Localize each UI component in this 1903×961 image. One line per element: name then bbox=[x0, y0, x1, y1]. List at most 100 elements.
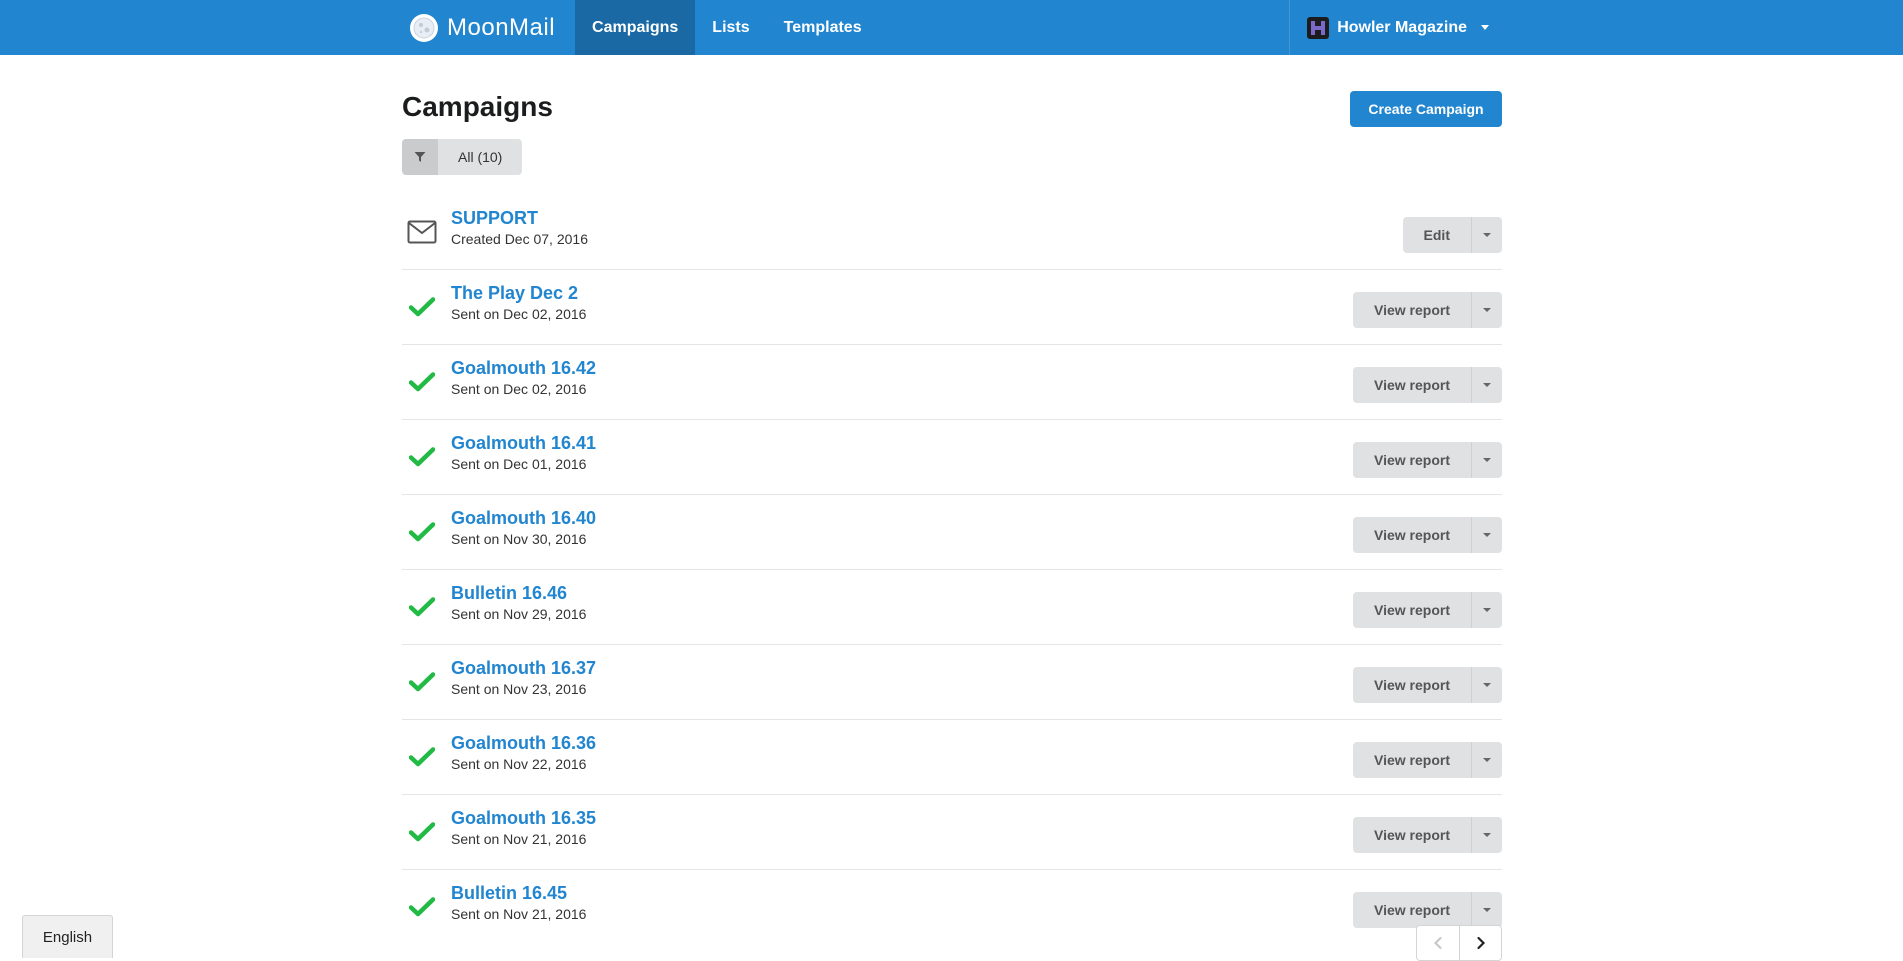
view-report-button[interactable]: View report bbox=[1353, 892, 1471, 928]
action-dropdown-button[interactable] bbox=[1471, 292, 1502, 328]
filter-all-button[interactable]: All (10) bbox=[438, 139, 523, 175]
campaign-action-group: View report bbox=[1353, 742, 1502, 778]
create-campaign-button[interactable]: Create Campaign bbox=[1350, 91, 1502, 127]
nav-item-label: Templates bbox=[783, 18, 862, 36]
checkmark-icon bbox=[406, 817, 438, 847]
nav-item-label: Campaigns bbox=[592, 18, 679, 36]
language-selector[interactable]: English bbox=[22, 915, 113, 958]
campaign-title-link[interactable]: Bulletin 16.46 bbox=[451, 582, 586, 604]
campaign-date: Sent on Nov 23, 2016 bbox=[451, 681, 587, 697]
campaign-action-group: View report bbox=[1353, 592, 1502, 628]
campaign-action-group: View report bbox=[1353, 892, 1502, 928]
view-report-button[interactable]: View report bbox=[1353, 367, 1471, 403]
campaign-info: The Play Dec 2 Sent on Dec 02, 2016 bbox=[451, 282, 586, 324]
campaign-info: Goalmouth 16.40 Sent on Nov 30, 2016 bbox=[451, 507, 596, 549]
action-dropdown-button[interactable] bbox=[1471, 817, 1502, 853]
campaign-info: Bulletin 16.46 Sent on Nov 29, 2016 bbox=[451, 582, 586, 624]
brand[interactable]: MoonMail bbox=[402, 0, 575, 55]
campaign-date: Sent on Nov 21, 2016 bbox=[451, 831, 587, 847]
pagination bbox=[1416, 925, 1502, 961]
chevron-down-icon bbox=[1483, 683, 1491, 687]
checkmark-icon bbox=[406, 442, 438, 472]
action-dropdown-button[interactable] bbox=[1471, 892, 1502, 928]
view-report-button[interactable]: View report bbox=[1353, 442, 1471, 478]
brand-name: MoonMail bbox=[447, 13, 556, 41]
campaign-title-link[interactable]: Goalmouth 16.41 bbox=[451, 432, 596, 454]
action-dropdown-button[interactable] bbox=[1471, 367, 1502, 403]
account-menu[interactable]: Howler Magazine bbox=[1289, 0, 1502, 55]
campaign-action-group: Edit bbox=[1402, 217, 1502, 253]
chevron-down-icon bbox=[1483, 383, 1491, 387]
list-item: Goalmouth 16.35 Sent on Nov 21, 2016 Vie… bbox=[402, 795, 1502, 870]
checkmark-icon bbox=[406, 742, 438, 772]
list-item: Goalmouth 16.42 Sent on Dec 02, 2016 Vie… bbox=[402, 345, 1502, 420]
list-item: Bulletin 16.46 Sent on Nov 29, 2016 View… bbox=[402, 570, 1502, 645]
campaign-title-link[interactable]: Goalmouth 16.42 bbox=[451, 357, 596, 379]
action-dropdown-button[interactable] bbox=[1471, 217, 1502, 253]
view-report-button[interactable]: View report bbox=[1353, 742, 1471, 778]
campaign-title-link[interactable]: Goalmouth 16.37 bbox=[451, 657, 596, 679]
campaign-action-group: View report bbox=[1353, 292, 1502, 328]
list-item: Goalmouth 16.40 Sent on Nov 30, 2016 Vie… bbox=[402, 495, 1502, 570]
view-report-button[interactable]: View report bbox=[1353, 292, 1471, 328]
campaign-date: Sent on Nov 21, 2016 bbox=[451, 906, 587, 922]
action-dropdown-button[interactable] bbox=[1471, 742, 1502, 778]
prev-page-button[interactable] bbox=[1417, 926, 1459, 960]
list-item: Goalmouth 16.37 Sent on Nov 23, 2016 Vie… bbox=[402, 645, 1502, 720]
campaign-date: Sent on Dec 01, 2016 bbox=[451, 456, 587, 472]
nav-item-templates[interactable]: Templates bbox=[767, 0, 879, 55]
action-dropdown-button[interactable] bbox=[1471, 592, 1502, 628]
nav-item-label: Lists bbox=[712, 18, 750, 36]
list-item: Goalmouth 16.36 Sent on Nov 22, 2016 Vie… bbox=[402, 720, 1502, 795]
campaign-action-group: View report bbox=[1353, 367, 1502, 403]
view-report-button[interactable]: View report bbox=[1353, 592, 1471, 628]
view-report-button[interactable]: View report bbox=[1353, 517, 1471, 553]
chevron-down-icon bbox=[1483, 908, 1491, 912]
chevron-down-icon bbox=[1483, 458, 1491, 462]
chevron-right-icon bbox=[1476, 936, 1485, 950]
chevron-down-icon bbox=[1483, 608, 1491, 612]
action-dropdown-button[interactable] bbox=[1471, 442, 1502, 478]
filter-group: All (10) bbox=[402, 139, 523, 175]
checkmark-icon bbox=[406, 592, 438, 622]
chevron-down-icon bbox=[1483, 533, 1491, 537]
campaign-info: Goalmouth 16.35 Sent on Nov 21, 2016 bbox=[451, 807, 596, 849]
campaign-title-link[interactable]: The Play Dec 2 bbox=[451, 282, 586, 304]
campaign-date: Sent on Nov 29, 2016 bbox=[451, 606, 587, 622]
campaign-info: SUPPORT Created Dec 07, 2016 bbox=[451, 207, 588, 249]
campaign-action-group: View report bbox=[1353, 442, 1502, 478]
list-item: The Play Dec 2 Sent on Dec 02, 2016 View… bbox=[402, 270, 1502, 345]
account-avatar-icon bbox=[1307, 16, 1330, 39]
campaign-date: Sent on Nov 30, 2016 bbox=[451, 531, 587, 547]
filter-button[interactable] bbox=[402, 139, 438, 175]
chevron-down-icon bbox=[1483, 758, 1491, 762]
campaign-date: Created Dec 07, 2016 bbox=[451, 231, 588, 247]
action-dropdown-button[interactable] bbox=[1471, 667, 1502, 703]
top-navbar: MoonMail Campaigns Lists Templates Howle… bbox=[0, 0, 1903, 55]
campaign-action-group: View report bbox=[1353, 517, 1502, 553]
campaign-title-link[interactable]: Goalmouth 16.40 bbox=[451, 507, 596, 529]
campaign-title-link[interactable]: Goalmouth 16.36 bbox=[451, 732, 596, 754]
checkmark-icon bbox=[406, 367, 438, 397]
nav-item-campaigns[interactable]: Campaigns bbox=[575, 0, 696, 55]
moon-logo-icon bbox=[410, 13, 438, 42]
edit-button[interactable]: Edit bbox=[1402, 217, 1471, 253]
campaign-title-link[interactable]: Goalmouth 16.35 bbox=[451, 807, 596, 829]
campaign-list: SUPPORT Created Dec 07, 2016 Edit The Pl… bbox=[402, 195, 1502, 945]
next-page-button[interactable] bbox=[1459, 926, 1501, 960]
list-item: SUPPORT Created Dec 07, 2016 Edit bbox=[402, 195, 1502, 270]
action-dropdown-button[interactable] bbox=[1471, 517, 1502, 553]
view-report-button[interactable]: View report bbox=[1353, 667, 1471, 703]
campaign-title-link[interactable]: Bulletin 16.45 bbox=[451, 882, 586, 904]
list-item: Bulletin 16.45 Sent on Nov 21, 2016 View… bbox=[402, 870, 1502, 945]
chevron-left-icon bbox=[1433, 936, 1442, 950]
checkmark-icon bbox=[406, 292, 438, 322]
campaign-title-link[interactable]: SUPPORT bbox=[451, 207, 588, 229]
campaign-info: Goalmouth 16.36 Sent on Nov 22, 2016 bbox=[451, 732, 596, 774]
top-navbar-inner: MoonMail Campaigns Lists Templates Howle… bbox=[402, 0, 1502, 55]
campaign-date: Sent on Nov 22, 2016 bbox=[451, 756, 587, 772]
view-report-button[interactable]: View report bbox=[1353, 817, 1471, 853]
nav-item-lists[interactable]: Lists bbox=[695, 0, 766, 55]
campaign-info: Bulletin 16.45 Sent on Nov 21, 2016 bbox=[451, 882, 586, 924]
